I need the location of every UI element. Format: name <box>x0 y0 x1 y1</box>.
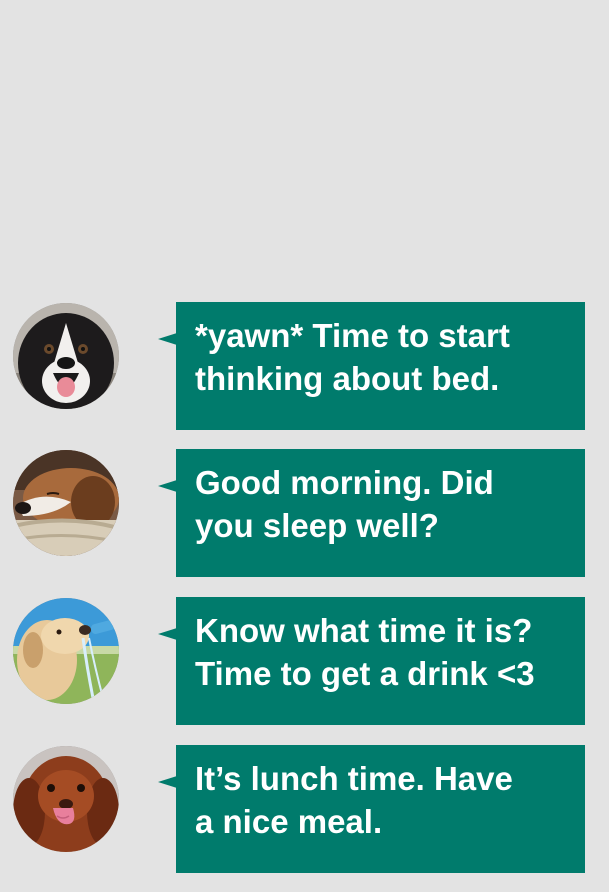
message-bubble: *yawn* Time to start thinking about bed. <box>176 302 585 430</box>
message-bubble: Good morning. Did you sleep well? <box>176 449 585 577</box>
bubble-pointer <box>158 480 177 492</box>
spaniel-licking-dog-avatar <box>13 746 119 852</box>
labrador-drinking-dog-avatar <box>13 598 119 704</box>
message-text: Good morning. Did you sleep well? <box>195 464 494 544</box>
bubble-pointer <box>158 628 177 640</box>
sleeping-beagle-dog-avatar <box>13 450 119 556</box>
message-row: *yawn* Time to start thinking about bed. <box>0 302 609 430</box>
message-text: Know what time it is? Time to get a drin… <box>195 612 535 692</box>
message-bubble: Know what time it is? Time to get a drin… <box>176 597 585 725</box>
message-row: It’s lunch time. Have a nice meal. <box>0 745 609 873</box>
message-row: Know what time it is? Time to get a drin… <box>0 597 609 725</box>
message-text: *yawn* Time to start thinking about bed. <box>195 317 510 397</box>
border-collie-dog-avatar <box>13 303 119 409</box>
message-bubble: It’s lunch time. Have a nice meal. <box>176 745 585 873</box>
bubble-pointer <box>158 333 177 345</box>
message-text: It’s lunch time. Have a nice meal. <box>195 760 513 840</box>
message-row: Good morning. Did you sleep well? <box>0 449 609 577</box>
bubble-pointer <box>158 776 177 788</box>
